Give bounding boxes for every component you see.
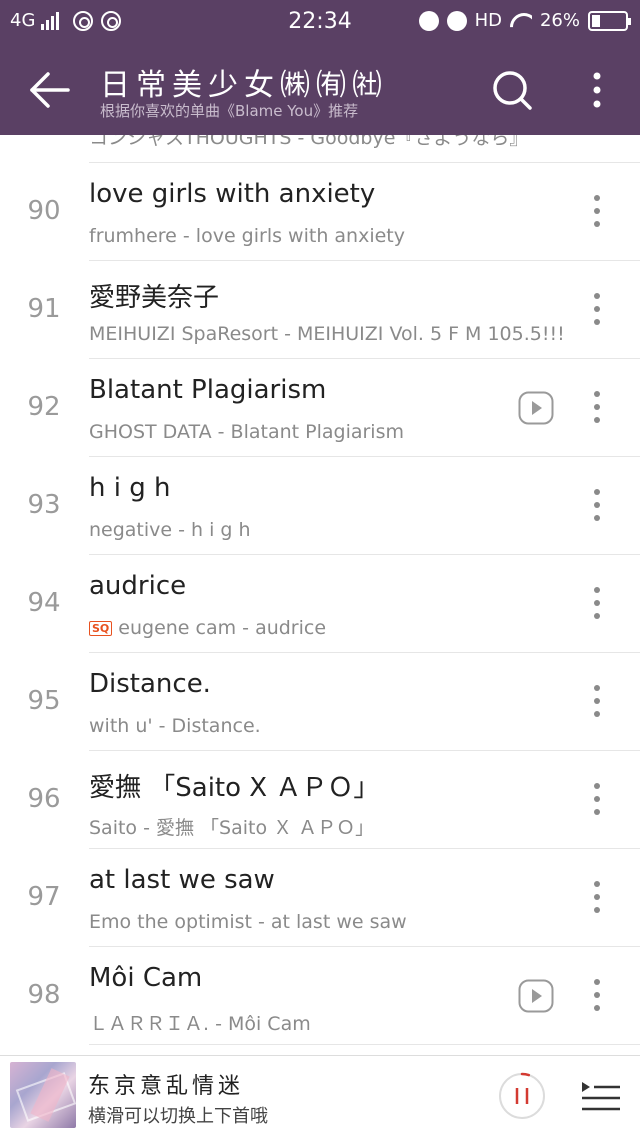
song-title: Blatant Plagiarism [89,375,327,405]
song-more-icon[interactable] [585,779,609,819]
song-artist-album: Emo the optimist - at last we saw [89,911,407,933]
song-row[interactable]: 93 h i g h negative - h i g h [0,457,640,555]
song-more-icon[interactable] [585,485,609,525]
pause-button[interactable] [498,1072,546,1120]
playlist-queue-icon[interactable] [580,1076,622,1116]
song-artist-album: Saito - 愛撫 「Saito Ｘ ＡＰＯ」 [89,813,374,840]
song-meta-text: ＬＡＲＲＩＡ. - Môi Cam [89,1013,311,1035]
song-meta-text: Saito - 愛撫 「Saito Ｘ ＡＰＯ」 [89,817,375,839]
mv-play-icon[interactable] [518,391,554,425]
track-number: 96 [27,784,61,814]
divider [89,1044,640,1045]
song-more-icon[interactable] [585,191,609,231]
song-list[interactable]: コンシャスTHOUGHTS - Goodbye『さようなら』 90 love gi… [0,135,640,1055]
sq-badge: SQ [89,620,113,636]
page-subtitle: 根据你喜欢的单曲《Blame You》推荐 [100,102,359,120]
album-art[interactable] [10,1062,76,1128]
song-more-icon[interactable] [585,975,609,1015]
song-artist-album: GHOST DATA - Blatant Plagiarism [89,421,404,443]
song-row[interactable]: 91 愛野美奈子 MEIHUIZI SpaResort - MEIHUIZI Vol… [0,261,640,359]
song-artist-album: SQ eugene cam - audrice [89,617,326,639]
song-title: Môi Cam [89,963,203,993]
track-number: 98 [27,980,61,1010]
song-title: Distance. [89,669,211,699]
song-row[interactable]: 97 at last we saw Emo the optimist - at la… [0,849,640,947]
song-title: h i g h [89,473,171,503]
wifi-icon [510,13,532,29]
battery-percent: 26% [539,10,580,31]
back-arrow-icon[interactable] [28,70,72,110]
song-more-icon[interactable] [585,681,609,721]
track-number: 90 [27,196,61,226]
mini-player[interactable]: 东京意乱情迷 横滑可以切换上下首哦 [0,1055,640,1138]
song-artist-album: negative - h i g h [89,519,251,541]
more-options-icon[interactable] [582,68,612,112]
song-title: 愛野美奈子 [89,283,220,313]
song-artist-album: MEIHUIZI SpaResort - MEIHUIZI Vol. 5 F M… [89,323,565,345]
song-more-icon[interactable] [585,583,609,623]
now-playing-hint: 横滑可以切换上下首哦 [88,1106,268,1127]
battery-icon [588,10,631,31]
playlist-header: 日常美少女㈱㈲㈳ 根据你喜欢的单曲《Blame You》推荐 [0,44,640,135]
now-playing-title: 东京意乱情迷 [88,1074,245,1099]
song-artist-album: ＬＡＲＲＩＡ. - Môi Cam [89,1009,311,1036]
song-meta-text: eugene cam - audrice [118,617,327,639]
partial-song-meta: コンシャスTHOUGHTS - Goodbye『さようなら』 [89,135,529,149]
mv-play-icon[interactable] [518,979,554,1013]
song-meta-text: frumhere - love girls with anxiety [89,225,405,247]
song-row[interactable]: 94 audrice SQ eugene cam - audrice [0,555,640,653]
page-title: 日常美少女㈱㈲㈳ [100,68,388,103]
track-number: 93 [27,490,61,520]
search-icon[interactable] [490,68,534,112]
hd-label: HD [474,10,502,31]
song-meta-text: Emo the optimist - at last we saw [89,911,407,933]
song-row[interactable]: 90 love girls with anxiety frumhere - love… [0,163,640,261]
song-more-icon[interactable] [585,289,609,329]
song-meta-text: with u' - Distance. [89,715,261,737]
song-row[interactable]: 92 Blatant Plagiarism GHOST DATA - Blatant… [0,359,640,457]
song-title: love girls with anxiety [89,179,376,209]
status-right: HD 26% [418,10,631,31]
song-row[interactable]: 96 愛撫 「Saito X ＡＰＯ」 Saito - 愛撫 「Saito Ｘ ＡＰ… [0,751,640,849]
song-row[interactable]: 95 Distance. with u' - Distance. [0,653,640,751]
song-artist-album: frumhere - love girls with anxiety [89,225,405,247]
status-bar: 4G 22:34 HD 26% [0,0,640,44]
song-meta-text: negative - h i g h [89,519,251,541]
track-number: 97 [27,882,61,912]
song-more-icon[interactable] [585,877,609,917]
song-meta-text: GHOST DATA - Blatant Plagiarism [89,421,404,443]
song-title: 愛撫 「Saito X ＡＰＯ」 [89,773,380,803]
song-row[interactable]: 98 Môi Cam ＬＡＲＲＩＡ. - Môi Cam [0,947,640,1045]
song-more-icon[interactable] [585,387,609,427]
song-title: at last we saw [89,865,275,895]
bluetooth-icon [418,10,439,31]
track-number: 91 [27,294,61,324]
track-number: 92 [27,392,61,422]
track-number: 94 [27,588,61,618]
alarm-icon [446,10,467,31]
song-meta-text: MEIHUIZI SpaResort - MEIHUIZI Vol. 5 F M… [89,323,565,345]
song-title: audrice [89,571,187,601]
song-artist-album: with u' - Distance. [89,715,261,737]
track-number: 95 [27,686,61,716]
